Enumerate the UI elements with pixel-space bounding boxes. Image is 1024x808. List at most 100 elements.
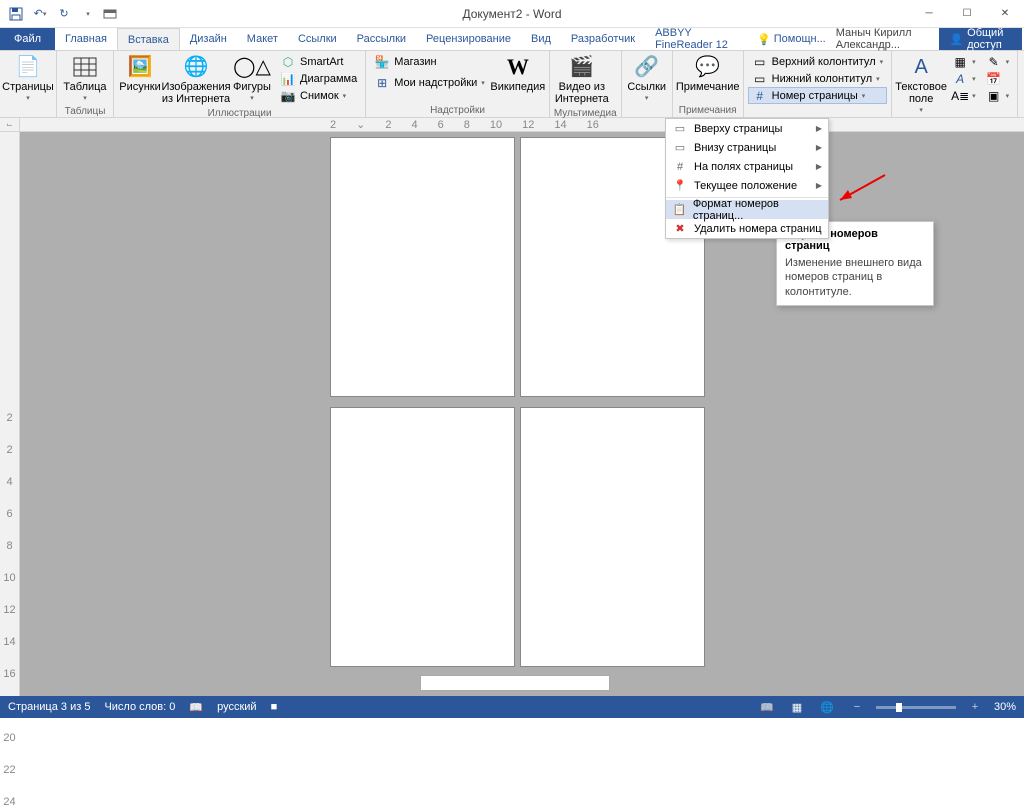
submenu-arrow-icon: ▶ [816,143,822,152]
page-count[interactable]: Страница 3 из 5 [8,701,90,713]
shapes-icon: ◯△ [236,55,268,79]
tab-layout[interactable]: Макет [237,28,288,50]
page-number-dropdown: ▭Вверху страницы▶ ▭Внизу страницы▶ #На п… [665,118,829,239]
delete-icon: ✖ [672,222,688,235]
dd-page-margins[interactable]: #На полях страницы▶ [666,157,828,176]
close-button[interactable]: ✕ [986,0,1024,28]
horizontal-ruler[interactable]: 2⌄ 2 4 6 8 10 12 14 16 [20,118,1024,132]
spell-check[interactable]: 📖 [189,701,203,714]
word-count[interactable]: Число слов: 0 [104,701,175,713]
user-name[interactable]: Маныч Кирилл Александр... [836,27,934,51]
tab-file[interactable]: Файл [0,28,55,50]
ribbon-tabs: Файл Главная Вставка Дизайн Макет Ссылки… [0,28,1024,50]
store-button[interactable]: 🏪Магазин [370,53,489,70]
wordart-button[interactable]: A▾ [948,70,980,87]
maximize-button[interactable]: ☐ [948,0,986,28]
dd-bottom-of-page[interactable]: ▭Внизу страницы▶ [666,138,828,157]
footer-button[interactable]: ▭Нижний колонтитул▾ [748,70,887,87]
page-thumbnail[interactable] [330,407,515,667]
wikipedia-button[interactable]: WВикипедия [491,53,545,95]
zoom-out-button[interactable]: − [846,698,868,716]
date-icon: 📅 [986,71,1002,87]
group-comments: 💬Примечание Примечания [673,51,744,117]
shapes-button[interactable]: ◯△Фигуры▾ [230,53,274,105]
tab-mailings[interactable]: Рассылки [347,28,416,50]
dropcap-button[interactable]: A≣▾ [948,87,980,104]
print-layout-button[interactable]: ▦ [786,698,808,716]
tab-developer[interactable]: Разработчик [561,28,645,50]
save-button[interactable] [6,4,26,24]
zoom-slider[interactable] [876,706,956,709]
quick-parts-button[interactable]: ▦▾ [948,53,980,70]
web-layout-button[interactable]: 🌐 [816,698,838,716]
redo-button[interactable]: ↻ [54,4,74,24]
table-icon [69,55,101,79]
tab-references[interactable]: Ссылки [288,28,347,50]
dd-top-of-page[interactable]: ▭Вверху страницы▶ [666,119,828,138]
submenu-arrow-icon: ▶ [816,162,822,171]
online-pictures-button[interactable]: 🌐Изображения из Интернета [164,53,228,107]
pages-button[interactable]: 📄Страницы▾ [4,53,52,105]
page-thumbnail[interactable] [330,137,515,397]
dd-remove-page-numbers[interactable]: ✖Удалить номера страниц [666,219,828,238]
smartart-button[interactable]: ⬡SmartArt [276,53,361,70]
textbox-icon: A [905,55,937,79]
current-pos-icon: 📍 [672,179,688,192]
links-button[interactable]: 🔗Ссылки▾ [626,53,668,105]
read-mode-button[interactable]: 📖 [756,698,778,716]
comment-button[interactable]: 💬Примечание [677,53,739,95]
comment-icon: 💬 [692,55,724,79]
group-text: AТекстовое поле▾ ▦▾ A▾ A≣▾ ✎▾ 📅 ▣▾ Текст [892,51,1018,117]
tab-insert[interactable]: Вставка [117,28,180,50]
submenu-arrow-icon: ▶ [816,124,822,133]
tab-abbyy[interactable]: ABBYY FineReader 12 [645,28,753,50]
page-icon: 📄 [12,55,44,79]
tab-review[interactable]: Рецензирование [416,28,521,50]
qat-customize[interactable]: ▾ [78,4,98,24]
group-links: 🔗Ссылки▾ [622,51,673,117]
undo-button[interactable]: ↶▾ [30,4,50,24]
tab-view[interactable]: Вид [521,28,561,50]
object-button[interactable]: ▣▾ [982,87,1014,104]
vertical-ruler[interactable]: 2 2 4 6 8 10 12 14 16 18 20 22 24 [0,132,20,696]
picture-icon: 🖼️ [124,55,156,79]
page-number-button[interactable]: #Номер страницы▾ [748,87,887,104]
tab-home[interactable]: Главная [55,28,117,50]
share-button[interactable]: 👤Общий доступ [939,28,1022,50]
tab-design[interactable]: Дизайн [180,28,237,50]
header-button[interactable]: ▭Верхний колонтитул▾ [748,53,887,70]
chart-button[interactable]: 📊Диаграмма [276,70,361,87]
quick-access-toolbar: ↶▾ ↻ ▾ [0,4,98,24]
dd-current-position[interactable]: 📍Текущее положение▶ [666,176,828,195]
textbox-button[interactable]: AТекстовое поле▾ [896,53,946,117]
tell-me-button[interactable]: 💡Помощн... [753,33,830,46]
macro-record[interactable]: ■ [271,701,278,713]
group-addins: 🏪Магазин ⊞Мои надстройки▾ WВикипедия Над… [366,51,550,117]
online-video-button[interactable]: 🎬Видео из Интернета [554,53,610,107]
minimize-button[interactable]: ─ [910,0,948,28]
screenshot-icon: 📷 [280,88,296,104]
group-tables: Таблица▾ Таблицы [57,51,114,117]
my-addins-button[interactable]: ⊞Мои надстройки▾ [370,74,489,91]
datetime-button[interactable]: 📅 [982,70,1014,87]
screenshot-button[interactable]: 📷Снимок▾ [276,87,361,104]
document-area[interactable] [20,132,1024,696]
group-illustrations: 🖼️Рисунки 🌐Изображения из Интернета ◯△Фи… [114,51,366,117]
group-pages: 📄Страницы▾ [0,51,57,117]
pictures-button[interactable]: 🖼️Рисунки [118,53,162,95]
ribbon-options-button[interactable] [98,2,122,26]
language[interactable]: русский [217,701,256,713]
ribbon-display-options [98,2,122,26]
table-button[interactable]: Таблица▾ [61,53,109,105]
status-bar: Страница 3 из 5 Число слов: 0 📖 русский … [0,696,1024,718]
zoom-in-button[interactable]: + [964,698,986,716]
text-entry-area[interactable] [420,675,610,691]
format-icon: 📋 [672,203,687,216]
dd-format-page-numbers[interactable]: 📋Формат номеров страниц... [666,200,828,219]
signature-button[interactable]: ✎▾ [982,53,1014,70]
zoom-level[interactable]: 30% [994,701,1016,713]
wordart-icon: A [952,71,968,87]
zoom-thumb[interactable] [896,703,902,712]
page-thumbnail[interactable] [520,407,705,667]
window-controls: ─ ☐ ✕ [910,0,1024,28]
